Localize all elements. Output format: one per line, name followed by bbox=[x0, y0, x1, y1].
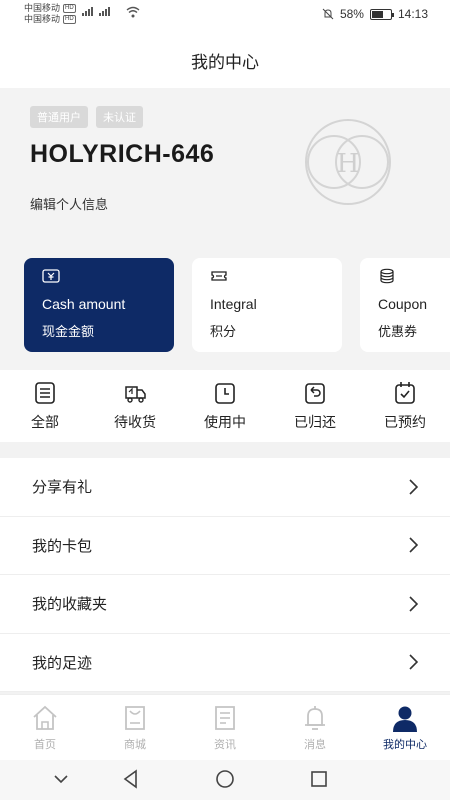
card-title-cn: 优惠券 bbox=[378, 324, 418, 339]
carrier-2-label: 中国移动 bbox=[24, 14, 61, 24]
shopping-bag-icon bbox=[125, 706, 145, 730]
collapse-icon[interactable] bbox=[50, 768, 72, 790]
chevron-right-icon bbox=[409, 537, 418, 553]
card-title-en: Integral bbox=[210, 296, 257, 312]
carrier-2: 中国移动 HD bbox=[24, 14, 76, 24]
wallet-cards: Cash amount 现金金额 Integral 积分 Coupon 优惠券 bbox=[0, 250, 450, 370]
yen-ticket-icon bbox=[42, 269, 60, 283]
home-button-icon[interactable] bbox=[214, 768, 236, 790]
nav-label: 首页 bbox=[34, 739, 56, 751]
menu-list: 分享有礼 我的卡包 我的收藏夹 我的足迹 bbox=[0, 458, 450, 692]
cash-amount-card[interactable]: Cash amount 现金金额 bbox=[24, 258, 174, 352]
return-icon bbox=[305, 383, 325, 404]
user-tags: 普通用户 未认证 bbox=[30, 106, 143, 128]
nav-label: 消息 bbox=[304, 739, 326, 751]
nav-mall[interactable]: 商城 bbox=[100, 703, 170, 752]
order-all[interactable]: 全部 bbox=[10, 380, 80, 432]
nav-label: 商城 bbox=[124, 739, 146, 751]
card-title-en: Cash amount bbox=[42, 296, 126, 312]
coupon-card[interactable]: Coupon 优惠券 bbox=[360, 258, 450, 352]
menu-item-label: 我的收藏夹 bbox=[32, 596, 108, 614]
card-title-en: Coupon bbox=[378, 296, 428, 312]
brand-logo: H bbox=[305, 119, 391, 205]
card-title-cn: 积分 bbox=[210, 324, 237, 339]
order-in-use[interactable]: 使用中 bbox=[190, 380, 260, 432]
menu-item-footprints[interactable]: 我的足迹 bbox=[0, 634, 450, 692]
bottom-nav: 首页 商城 资讯 消息 我的中心 bbox=[0, 694, 450, 760]
verification-badge: 未认证 bbox=[96, 106, 143, 128]
back-icon[interactable] bbox=[120, 768, 142, 790]
wifi-icon bbox=[126, 6, 140, 18]
edit-profile-link[interactable]: 编辑个人信息 bbox=[30, 194, 108, 213]
order-reserved[interactable]: 已预约 bbox=[370, 380, 440, 432]
menu-item-label: 我的足迹 bbox=[32, 654, 93, 672]
order-shortcuts: 全部 待收货 使用中 已归还 已预约 bbox=[0, 370, 450, 442]
status-bar: 中国移动 HD 中国移动 HD 58% 14:13 bbox=[0, 0, 450, 32]
mute-bell-icon bbox=[322, 8, 334, 20]
nav-news[interactable]: 资讯 bbox=[190, 703, 260, 752]
list-icon bbox=[35, 382, 55, 404]
page-title: 我的中心 bbox=[191, 52, 259, 72]
news-icon bbox=[215, 706, 235, 730]
truck-icon bbox=[125, 386, 146, 403]
battery-percent: 58% bbox=[339, 7, 364, 21]
user-icon bbox=[393, 706, 417, 732]
page-header: 我的中心 bbox=[0, 32, 450, 88]
nav-home[interactable]: 首页 bbox=[10, 703, 80, 752]
order-label: 待收货 bbox=[114, 414, 156, 430]
order-label: 已归还 bbox=[294, 414, 336, 430]
system-nav-bar bbox=[0, 760, 450, 800]
recents-icon[interactable] bbox=[308, 768, 330, 790]
nav-label: 我的中心 bbox=[383, 739, 427, 751]
username: HOLYRICH-646 bbox=[30, 140, 215, 168]
menu-item-label: 我的卡包 bbox=[32, 537, 93, 555]
calendar-check-icon bbox=[395, 382, 415, 404]
carrier-1-label: 中国移动 bbox=[24, 3, 61, 13]
ticket-icon bbox=[211, 271, 227, 281]
coins-icon bbox=[380, 268, 394, 284]
bell-icon bbox=[305, 706, 325, 730]
menu-item-favorites[interactable]: 我的收藏夹 bbox=[0, 575, 450, 634]
order-returned[interactable]: 已归还 bbox=[280, 380, 350, 432]
order-pending-receipt[interactable]: 待收货 bbox=[100, 380, 170, 432]
menu-item-label: 分享有礼 bbox=[32, 479, 93, 497]
signal-icon bbox=[82, 7, 110, 16]
nav-messages[interactable]: 消息 bbox=[280, 703, 350, 752]
order-label: 已预约 bbox=[384, 414, 426, 430]
menu-item-share-gift[interactable]: 分享有礼 bbox=[0, 458, 450, 517]
order-label: 全部 bbox=[31, 414, 59, 430]
clock-time: 14:13 bbox=[397, 7, 428, 21]
card-title-cn: 现金金额 bbox=[42, 324, 95, 339]
home-icon bbox=[33, 705, 57, 730]
hd-badge-1: HD bbox=[63, 3, 76, 13]
svg-text:H: H bbox=[337, 149, 360, 179]
chevron-right-icon bbox=[409, 654, 418, 670]
user-type-badge: 普通用户 bbox=[30, 106, 88, 128]
battery-icon bbox=[369, 8, 394, 20]
chevron-right-icon bbox=[409, 596, 418, 612]
hd-badge-2: HD bbox=[63, 14, 76, 24]
carrier-1: 中国移动 HD bbox=[24, 3, 76, 13]
order-label: 使用中 bbox=[204, 414, 246, 430]
menu-item-card-wallet[interactable]: 我的卡包 bbox=[0, 517, 450, 575]
nav-my-center[interactable]: 我的中心 bbox=[370, 703, 440, 752]
chevron-right-icon bbox=[409, 479, 418, 495]
nav-label: 资讯 bbox=[214, 739, 236, 751]
integral-card[interactable]: Integral 积分 bbox=[192, 258, 342, 352]
profile-section: 普通用户 未认证 HOLYRICH-646 编辑个人信息 H bbox=[0, 88, 450, 250]
clock-icon bbox=[215, 383, 235, 404]
